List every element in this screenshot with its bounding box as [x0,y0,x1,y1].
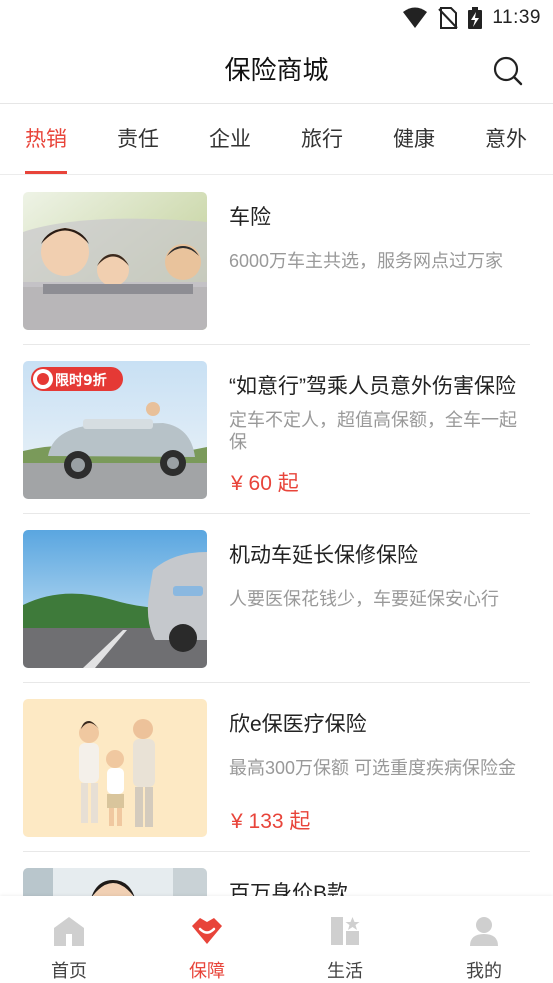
product-item-xine-medical[interactable]: 欣e保医疗保险 最高300万保额 可选重度疾病保险金 ¥ 133 起 [0,683,553,852]
product-image-family-in-car [23,192,207,330]
product-description: 最高300万保额 可选重度疾病保险金 [229,758,517,778]
nav-label: 保障 [189,961,225,981]
user-icon [470,917,498,946]
battery-charging-icon [468,7,483,29]
nav-protection[interactable]: 保障 [138,896,276,983]
product-price: ¥ 133 起 [231,810,311,833]
wifi-icon [403,7,428,28]
product-title: 车险 [229,206,271,229]
page-title: 保险商城 [224,55,329,85]
product-image-woman-portrait [23,868,207,896]
search-icon[interactable] [493,56,523,86]
life-grid-icon [331,917,360,945]
nav-profile[interactable]: 我的 [415,896,553,983]
product-item-ruyixing[interactable]: 限时9折 “如意行”驾乘人员意外伤害保险 定车不定人，超值高保额，全车一起保 ¥… [0,345,553,514]
product-item-extended-warranty[interactable]: 机动车延长保修保险 人要医保花钱少，车要延保安心行 [0,514,553,683]
category-tabs: 热销 责任 企业 旅行 健康 意外 [0,105,553,175]
status-icons: 11:39 [402,6,541,30]
home-icon [54,917,84,946]
product-list: 车险 6000万车主共选，服务网点过万家 限时9折 “如意行”驾乘人员意外伤害保… [0,176,553,896]
status-time: 11:39 [492,7,541,28]
tab-health[interactable]: 健康 [393,105,435,175]
product-image-family-walking [23,699,207,837]
active-tab-indicator [25,171,67,174]
tab-hot[interactable]: 热销 [25,105,67,175]
promo-badge-text: 限时9折 [55,372,107,389]
status-bar: 11:39 [0,0,553,36]
no-sim-icon [438,7,459,29]
product-title: 百万身价B款 [229,882,349,896]
product-description: 人要医保花钱少，车要延保安心行 [229,589,499,609]
product-title: 机动车延长保修保险 [229,544,418,567]
app-header: 保险商城 [0,36,553,104]
product-title: “如意行”驾乘人员意外伤害保险 [229,375,516,398]
bottom-navigation: 首页 保障 生活 我的 [0,896,553,983]
tab-liability[interactable]: 责任 [117,105,159,175]
product-price: ¥ 60 起 [231,472,299,495]
product-description: 6000万车主共选，服务网点过万家 [229,251,504,271]
tab-enterprise[interactable]: 企业 [209,105,251,175]
nav-home[interactable]: 首页 [0,896,138,983]
nav-label: 生活 [327,961,363,981]
product-title: 欣e保医疗保险 [229,713,367,736]
product-item-car-insurance[interactable]: 车险 6000万车主共选，服务网点过万家 [0,176,553,345]
tab-travel[interactable]: 旅行 [301,105,343,175]
nav-label: 我的 [466,961,502,981]
product-description: 定车不定人，超值高保额，全车一起保 [229,410,517,452]
product-item-million-value-b[interactable]: 百万身价B款 [0,852,553,896]
tab-accident[interactable]: 意外 [485,105,527,175]
product-image-car-on-road [23,530,207,668]
product-image-convertible-car: 限时9折 [23,361,207,499]
nav-label: 首页 [51,961,87,981]
nav-life[interactable]: 生活 [276,896,414,983]
shield-lips-icon [192,918,222,944]
